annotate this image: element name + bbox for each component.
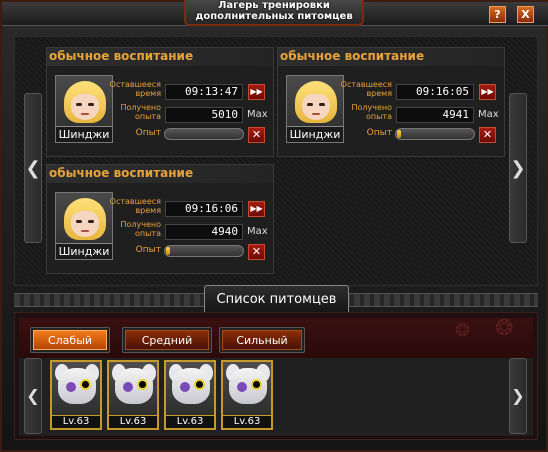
skip-time-button[interactable]: ▶▶: [248, 84, 265, 100]
exp-received-label: Получено опыта: [120, 103, 161, 121]
cancel-training-button[interactable]: ✕: [248, 244, 265, 260]
remaining-time-label: Оставшееся время: [109, 80, 161, 98]
slots-next-button[interactable]: ❯: [509, 93, 527, 243]
time-remaining-value: 09:16:05: [396, 84, 474, 100]
max-label: Max: [478, 109, 499, 120]
pet-level: Lv.63: [109, 415, 157, 428]
training-slot-3: обычное воспитание Шинджи Оставшееся вре…: [46, 164, 274, 274]
time-remaining-value: 09:13:47: [165, 84, 243, 100]
exp-label: Опыт: [135, 128, 161, 138]
slot-title: обычное воспитание: [49, 49, 194, 63]
pet-level: Lv.63: [52, 415, 100, 428]
tab-weak-label: Слабый: [33, 330, 107, 350]
remaining-time-label: Оставшееся время: [340, 80, 392, 98]
exp-received-label: Получено опыта: [120, 220, 161, 238]
window-title-line2: дополнительных питомцев: [195, 11, 353, 22]
pet-list-title: Список питомцев: [204, 285, 349, 315]
time-remaining-value: 09:16:06: [165, 201, 243, 217]
skip-time-button[interactable]: ▶▶: [479, 84, 496, 100]
skip-time-button[interactable]: ▶▶: [248, 201, 265, 217]
cancel-training-button[interactable]: ✕: [479, 127, 496, 143]
tab-strong[interactable]: Сильный: [219, 327, 305, 353]
exp-progress-fill: [166, 247, 170, 255]
tab-strong-label: Сильный: [222, 330, 302, 350]
tab-weak[interactable]: Слабый: [30, 327, 110, 353]
tab-medium-label: Средний: [125, 330, 209, 350]
pets-prev-button[interactable]: ❮: [24, 358, 42, 434]
exp-progress-bar: [164, 245, 244, 257]
exp-gained-value: 4941: [396, 107, 474, 123]
max-label: Max: [247, 226, 268, 237]
slot-title: обычное воспитание: [49, 166, 194, 180]
exp-gained-value: 4940: [165, 224, 243, 240]
exp-received-label: Получено опыта: [351, 103, 392, 121]
slots-prev-button[interactable]: ❮: [24, 93, 42, 243]
help-button[interactable]: ?: [489, 6, 506, 23]
training-camp-window: Лагерь тренировки дополнительных питомце…: [0, 0, 548, 452]
pet-level: Lv.63: [166, 415, 214, 428]
exp-progress-fill: [397, 130, 401, 138]
slot-title: обычное воспитание: [280, 49, 425, 63]
pet-slot[interactable]: Lv.63: [164, 360, 216, 430]
paw-print-icon: ❂: [495, 316, 514, 341]
training-slot-1: обычное воспитание Шинджи Оставшееся вре…: [46, 47, 274, 157]
pet-name: Шинджи: [56, 126, 112, 142]
exp-label: Опыт: [135, 245, 161, 255]
tab-medium[interactable]: Средний: [122, 327, 212, 353]
exp-progress-bar: [164, 128, 244, 140]
pets-next-button[interactable]: ❯: [509, 358, 527, 434]
exp-progress-bar: [395, 128, 475, 140]
cancel-training-button[interactable]: ✕: [248, 127, 265, 143]
pet-slot[interactable]: Lv.63: [107, 360, 159, 430]
paw-print-icon: ❂: [455, 320, 471, 341]
pet-name: Шинджи: [287, 126, 343, 142]
remaining-time-label: Оставшееся время: [109, 197, 161, 215]
pet-level: Lv.63: [223, 415, 271, 428]
window-title-line1: Лагерь тренировки: [218, 0, 330, 11]
exp-label: Опыт: [366, 128, 392, 138]
pet-slot[interactable]: Lv.63: [50, 360, 102, 430]
close-button[interactable]: X: [517, 6, 534, 23]
window-title: Лагерь тренировки дополнительных питомце…: [184, 0, 364, 26]
pet-slot[interactable]: Lv.63: [221, 360, 273, 430]
training-slot-2: обычное воспитание Шинджи Оставшееся вре…: [277, 47, 505, 157]
pet-name: Шинджи: [56, 243, 112, 259]
exp-gained-value: 5010: [165, 107, 243, 123]
max-label: Max: [247, 109, 268, 120]
